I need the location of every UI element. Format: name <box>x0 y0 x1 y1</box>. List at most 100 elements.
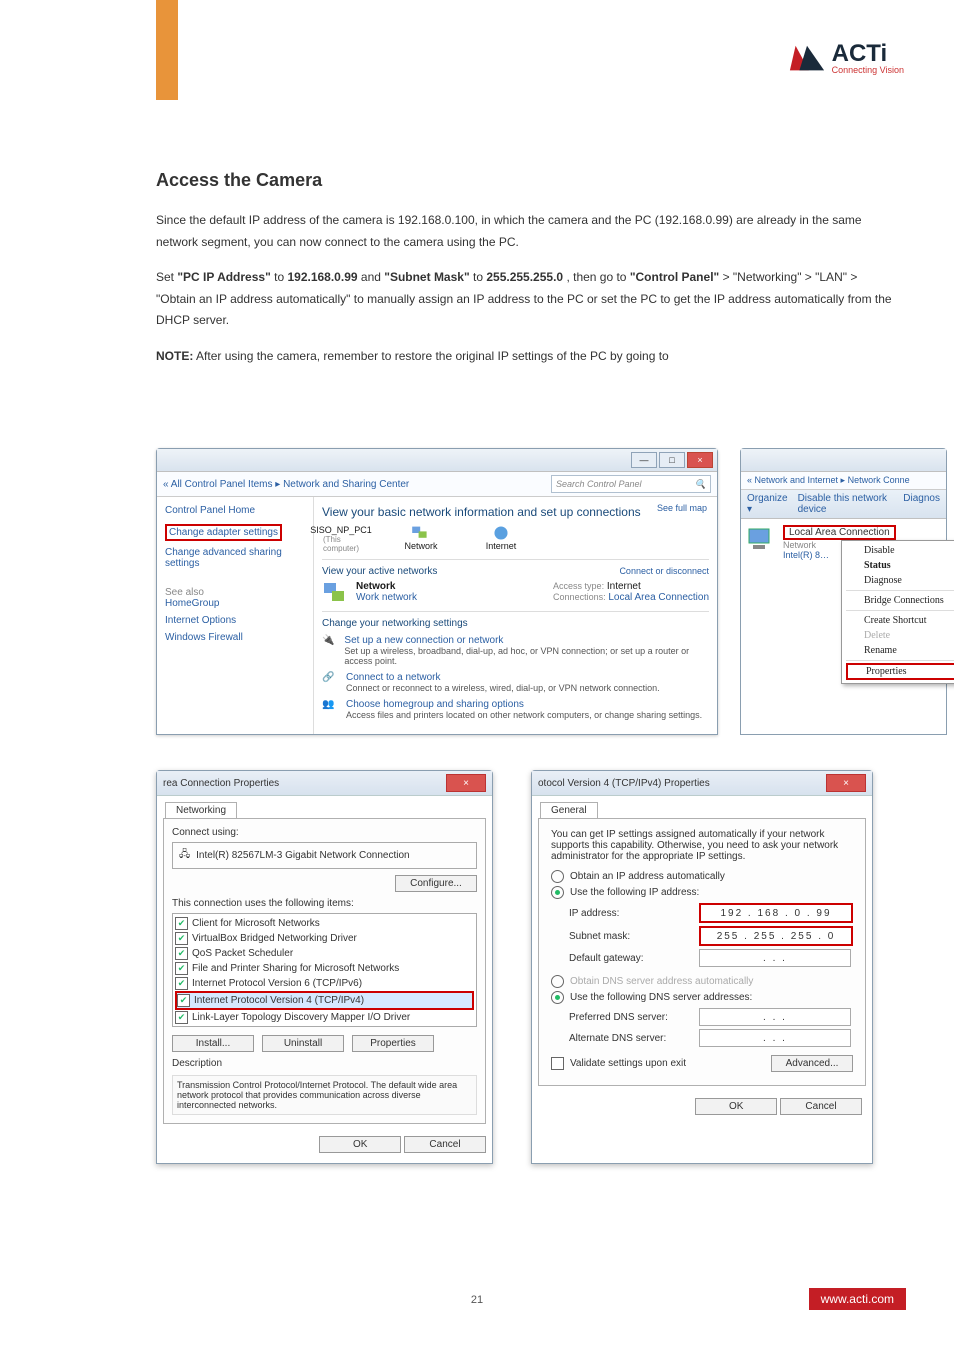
validate-checkbox[interactable] <box>551 1057 564 1070</box>
cancel-button[interactable]: Cancel <box>780 1098 862 1115</box>
control-panel-home-link[interactable]: Control Panel Home <box>165 505 305 516</box>
subnet-mask-label: Subnet mask: <box>569 931 699 942</box>
subnet-mask-field[interactable]: 255 . 255 . 255 . 0 <box>699 926 853 946</box>
window-titlebar <box>741 449 946 472</box>
note-paragraph: NOTE: After using the camera, remember t… <box>156 346 896 368</box>
change-advanced-link[interactable]: Change advanced sharing settings <box>165 547 305 569</box>
organize-menu[interactable]: Organize ▾ <box>747 493 788 515</box>
see-also-label: See also <box>165 587 305 598</box>
menu-status[interactable]: Status <box>842 558 954 573</box>
connect-using-label: Connect using: <box>172 827 477 838</box>
pc-icon: SISO_NP_PC1 (This computer) <box>326 525 356 551</box>
paragraph-1: Since the default IP address of the came… <box>156 210 896 253</box>
ipv4-msg: You can get IP settings assigned automat… <box>551 829 853 862</box>
adns-label: Alternate DNS server: <box>569 1033 699 1044</box>
breadcrumb[interactable]: « Network and Internet ▸ Network Conne <box>741 472 946 490</box>
adapter-box: 🖧 Intel(R) 82567LM-3 Gigabit Network Con… <box>172 842 477 869</box>
internet-options-link[interactable]: Internet Options <box>165 615 305 626</box>
see-full-map-link[interactable]: See full map <box>657 503 707 513</box>
close-button[interactable]: × <box>687 452 713 468</box>
validate-label: Validate settings upon exit <box>570 1058 686 1069</box>
items-using-label: This connection uses the following items… <box>172 898 477 909</box>
lac-label: Local Area Connection <box>783 525 896 540</box>
note-label: NOTE: <box>156 349 193 363</box>
menu-rename[interactable]: Rename <box>842 643 954 658</box>
context-menu: Disable Status Diagnose Bridge Connectio… <box>841 540 954 684</box>
menu-bridge[interactable]: Bridge Connections <box>842 593 954 608</box>
gateway-field[interactable]: . . . <box>699 949 851 967</box>
homegroup-link[interactable]: HomeGroup <box>165 598 305 609</box>
footer-url: www.acti.com <box>809 1288 906 1310</box>
network-icon: Network <box>406 525 436 551</box>
cancel-button[interactable]: Cancel <box>404 1136 486 1153</box>
radio-obtain-ip[interactable]: Obtain an IP address automatically <box>551 870 853 883</box>
breadcrumb[interactable]: « All Control Panel Items ▸ Network and … <box>157 472 717 497</box>
logo-tagline: Connecting Vision <box>832 65 904 75</box>
search-input[interactable]: Search Control Panel🔍 <box>551 475 711 493</box>
menu-disable[interactable]: Disable <box>842 543 954 558</box>
page-title: Access the Camera <box>156 170 322 191</box>
network-sharing-center-window: — □ × « All Control Panel Items ▸ Networ… <box>156 448 718 735</box>
properties-button[interactable]: Properties <box>352 1035 434 1052</box>
minimize-button[interactable]: — <box>631 452 657 468</box>
left-accent-bar <box>156 0 178 100</box>
adns-field[interactable]: . . . <box>699 1029 851 1047</box>
ip-address-field[interactable]: 192 . 168 . 0 . 99 <box>699 903 853 923</box>
uninstall-button[interactable]: Uninstall <box>262 1035 344 1052</box>
network-thumb-icon <box>322 581 350 605</box>
gateway-label: Default gateway: <box>569 953 699 964</box>
network-connections-window: « Network and Internet ▸ Network Conne O… <box>740 448 947 735</box>
connect-disconnect-link[interactable]: Connect or disconnect <box>619 566 709 576</box>
ncs-main-pane: View your basic network information and … <box>314 497 717 734</box>
toolbar: Organize ▾ Disable this network device D… <box>741 490 946 519</box>
radio-obtain-dns[interactable]: Obtain DNS server address automatically <box>551 975 853 988</box>
radio-use-dns[interactable]: Use the following DNS server addresses: <box>551 991 853 1004</box>
footer: www.acti.com <box>0 1288 954 1310</box>
change-settings-label: Change your networking settings <box>322 611 709 629</box>
menu-properties[interactable]: Properties <box>846 663 954 680</box>
diagnose-button[interactable]: Diagnos <box>903 493 940 515</box>
ncs-heading: View your basic network information and … <box>322 505 709 519</box>
connect-network-item[interactable]: 🔗 Connect to a networkConnect or reconne… <box>322 672 709 693</box>
close-button[interactable]: × <box>446 774 486 792</box>
paragraph-2: Set "PC IP Address" to 192.168.0.99 and … <box>156 267 896 332</box>
install-button[interactable]: Install... <box>172 1035 254 1052</box>
configure-button[interactable]: Configure... <box>395 875 477 892</box>
windows-firewall-link[interactable]: Windows Firewall <box>165 632 305 643</box>
nic-icon: 🖧 <box>179 847 190 864</box>
intro-text: Since the default IP address of the came… <box>156 210 896 382</box>
networking-tab[interactable]: Networking <box>165 802 237 818</box>
logo-mark-icon <box>788 40 826 78</box>
general-tab[interactable]: General <box>540 802 598 818</box>
description-text: Transmission Control Protocol/Internet P… <box>172 1075 477 1115</box>
ipv4-item[interactable]: ✔Internet Protocol Version 4 (TCP/IPv4) <box>175 991 474 1010</box>
maximize-button[interactable]: □ <box>659 452 685 468</box>
network-map: SISO_NP_PC1 (This computer) Network Inte… <box>326 525 705 551</box>
advanced-button[interactable]: Advanced... <box>771 1055 853 1072</box>
dialog-titlebar: rea Connection Properties × <box>157 771 492 796</box>
pdns-field[interactable]: . . . <box>699 1008 851 1026</box>
logo-text: ACTi <box>832 43 904 65</box>
brand-logo: ACTi Connecting Vision <box>788 40 904 78</box>
change-adapter-link[interactable]: Change adapter settings <box>165 524 305 541</box>
homegroup-icon: 👥 <box>322 699 340 717</box>
lac-icon <box>747 525 777 553</box>
active-network: Network Work network Access type: Intern… <box>322 581 709 605</box>
description-label: Description <box>172 1058 477 1069</box>
ok-button[interactable]: OK <box>319 1136 401 1153</box>
close-button[interactable]: × <box>826 774 866 792</box>
ok-button[interactable]: OK <box>695 1098 777 1115</box>
ipv4-properties-dialog: otocol Version 4 (TCP/IPv4) Properties ×… <box>531 770 873 1164</box>
menu-diagnose[interactable]: Diagnose <box>842 573 954 588</box>
menu-shortcut[interactable]: Create Shortcut <box>842 613 954 628</box>
items-list[interactable]: ✔Client for Microsoft Networks ✔VirtualB… <box>172 913 477 1027</box>
disable-device-button[interactable]: Disable this network device <box>798 493 894 515</box>
lac-link[interactable]: Local Area Connection <box>608 592 709 603</box>
setup-connection-item[interactable]: 🔌 Set up a new connection or networkSet … <box>322 635 709 666</box>
radio-use-ip[interactable]: Use the following IP address: <box>551 886 853 899</box>
menu-delete[interactable]: Delete <box>842 628 954 643</box>
connection-properties-dialog: rea Connection Properties × Networking C… <box>156 770 493 1164</box>
setup-icon: 🔌 <box>322 635 338 653</box>
homegroup-item[interactable]: 👥 Choose homegroup and sharing optionsAc… <box>322 699 709 720</box>
pdns-label: Preferred DNS server: <box>569 1012 699 1023</box>
